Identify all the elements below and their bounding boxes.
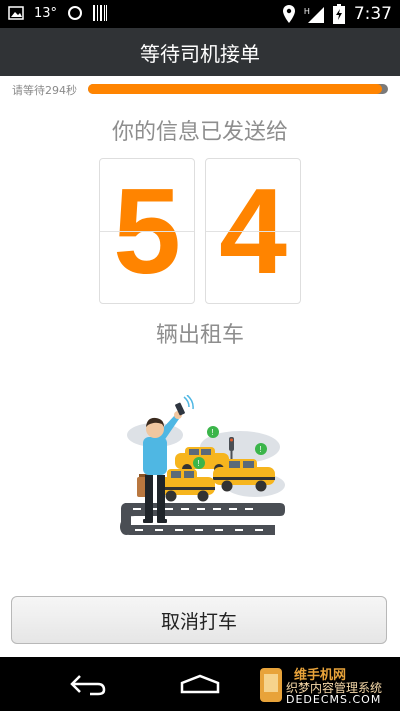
taxi-front bbox=[157, 469, 215, 502]
wait-progress-bar bbox=[88, 84, 388, 94]
image-icon bbox=[8, 6, 24, 20]
clock: 7:37 bbox=[353, 4, 392, 24]
taxi-count-label: 辆出租车 bbox=[155, 323, 244, 348]
svg-text:!: ! bbox=[212, 428, 214, 437]
location-icon bbox=[282, 5, 295, 23]
svg-text:!: ! bbox=[198, 459, 200, 468]
home-icon[interactable] bbox=[179, 674, 221, 694]
svg-text:H: H bbox=[304, 7, 310, 16]
status-bar: 13° H 7:37 bbox=[0, 0, 400, 28]
hailing-taxi-illustration: ! ! ! bbox=[120, 395, 285, 535]
temperature: 13° bbox=[34, 5, 58, 21]
cancel-ride-button[interactable]: 取消打车 bbox=[11, 596, 387, 644]
title-bar: 等待司机接单 bbox=[0, 28, 400, 76]
circle-icon bbox=[68, 6, 83, 20]
card-fold-line bbox=[206, 231, 300, 232]
page-title: 等待司机接单 bbox=[140, 41, 260, 66]
counter-card-ones: 4 bbox=[205, 158, 301, 304]
battery-icon bbox=[332, 4, 345, 24]
cancel-ride-button-label: 取消打车 bbox=[160, 610, 237, 633]
status-bar-right: H 7:37 bbox=[282, 4, 392, 24]
svg-text:!: ! bbox=[260, 445, 262, 454]
barcode-icon bbox=[93, 5, 108, 21]
watermark-line3: DEDECMS.COM bbox=[286, 693, 382, 706]
watermark: 维手机网 织梦内容管理系统 DEDECMS.COM bbox=[258, 664, 394, 708]
wait-progress-fill bbox=[88, 84, 382, 94]
signal-icon: H bbox=[304, 7, 324, 23]
wait-row: 请等待294秒 bbox=[0, 80, 400, 98]
wait-countdown-text: 请等待294秒 bbox=[12, 84, 77, 97]
sent-message-headline: 你的信息已发送给 bbox=[111, 120, 288, 145]
watermark-logo bbox=[260, 668, 282, 702]
back-icon[interactable] bbox=[68, 672, 108, 696]
counter-card-tens: 5 bbox=[99, 158, 195, 304]
card-fold-line bbox=[100, 231, 194, 232]
status-bar-left: 13° bbox=[8, 5, 108, 21]
